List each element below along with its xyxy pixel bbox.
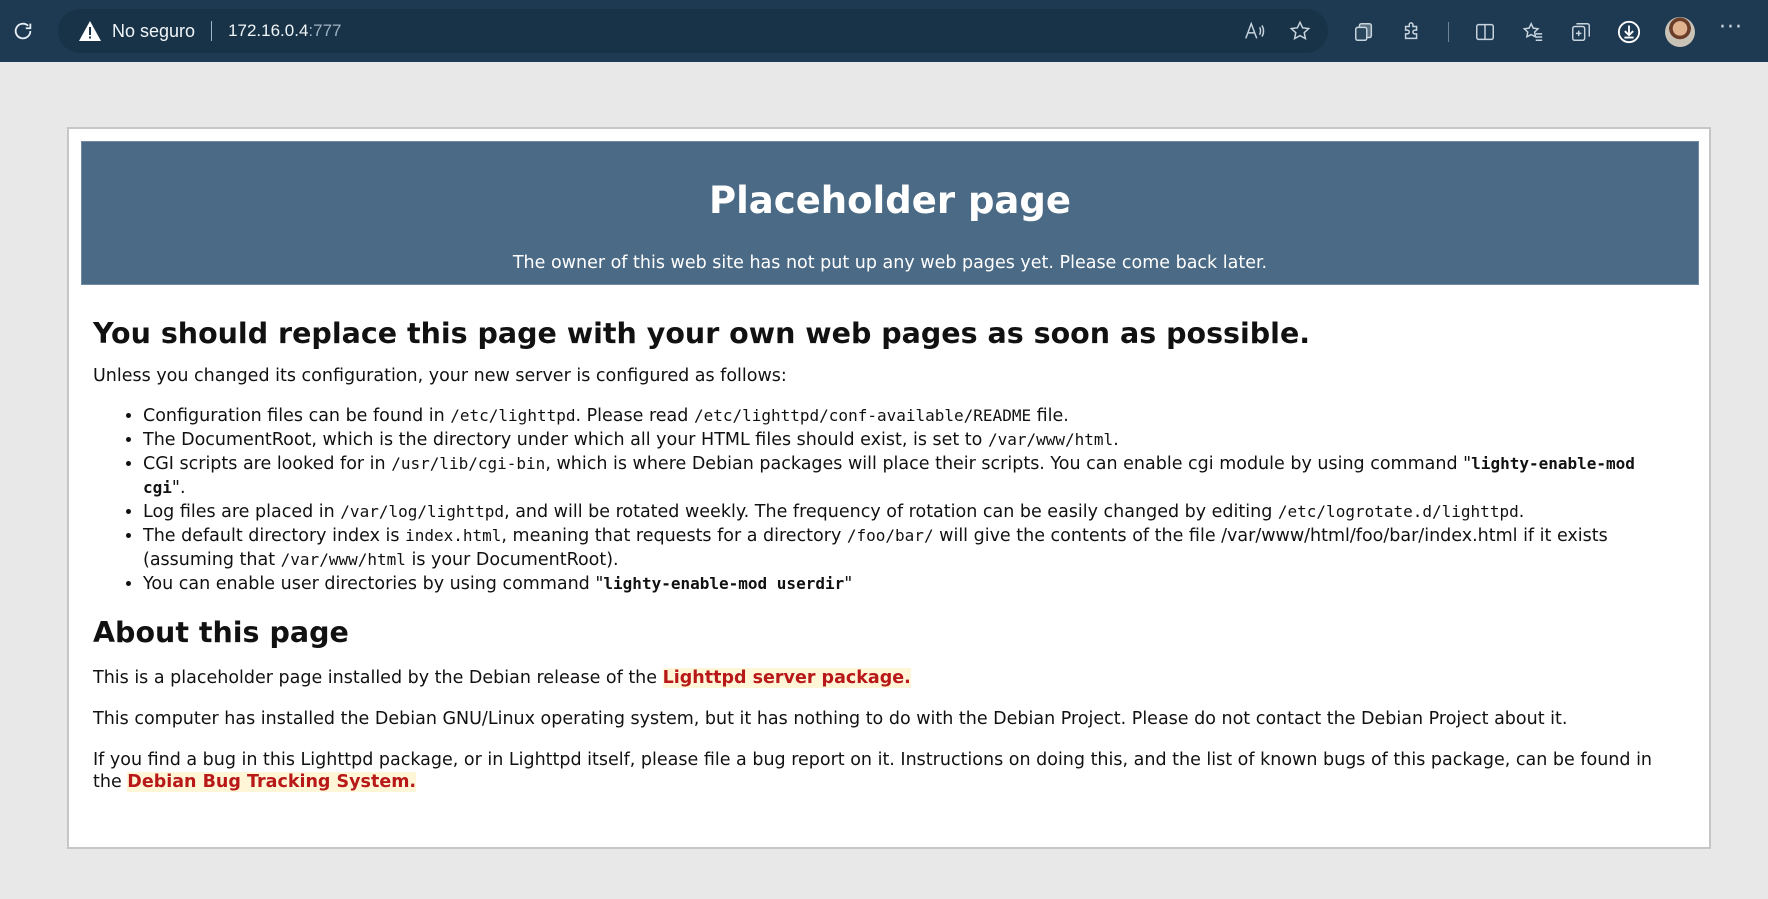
code-path: /usr/lib/cgi-bin — [391, 454, 546, 473]
item-text: Log files are placed in — [143, 502, 341, 522]
item-text: , which is where Debian packages will pl… — [545, 454, 1472, 474]
about-paragraph-3: If you find a bug in this Lighttpd packa… — [93, 749, 1683, 793]
security-status-label[interactable]: No seguro — [112, 21, 195, 42]
code-path: /var/www/html — [280, 550, 406, 569]
main-heading: You should replace this page with your o… — [93, 317, 1311, 350]
config-list: Configuration files can be found in /etc… — [93, 404, 1683, 596]
item-text: You can enable user directories by using… — [143, 574, 604, 594]
item-text: . — [1113, 430, 1119, 450]
favorites-icon[interactable] — [1521, 20, 1545, 44]
main-content: You should replace this page with your o… — [93, 317, 1683, 793]
tab-collections-icon[interactable] — [1569, 20, 1593, 44]
intro-text: Unless you changed its configuration, yo… — [93, 366, 787, 386]
address-separator — [211, 21, 213, 41]
item-text: , meaning that requests for a directory — [501, 526, 847, 546]
address-bar[interactable]: No seguro 172.16.0.4:777 — [58, 9, 1328, 53]
item-text: CGI scripts are looked for in — [143, 454, 392, 474]
page-subtitle: The owner of this web site has not put u… — [512, 253, 1268, 273]
item-text: ". — [171, 478, 186, 498]
favorite-star-icon[interactable] — [1288, 19, 1312, 43]
code-path: /var/log/lighttpd — [340, 502, 505, 521]
warning-icon[interactable] — [78, 20, 102, 42]
list-item-config: Configuration files can be found in /etc… — [143, 404, 1683, 428]
more-icon[interactable]: ··· — [1719, 15, 1743, 40]
reload-icon[interactable] — [10, 18, 36, 44]
bug-tracking-link[interactable]: Debian Bug Tracking System. — [127, 772, 417, 792]
item-text: The default directory index is — [143, 526, 406, 546]
item-text: . — [1518, 502, 1525, 522]
collections-icon[interactable] — [1352, 20, 1376, 44]
item-text: file. — [1031, 406, 1069, 426]
header-banner: Placeholder page The owner of this web s… — [81, 141, 1699, 285]
about-paragraph-2: This computer has installed the Debian G… — [93, 709, 1568, 729]
code-path: /etc/lighttpd/conf-available/README — [693, 406, 1032, 425]
lighttpd-package-link[interactable]: Lighttpd server package. — [662, 668, 911, 688]
browser-toolbar: No seguro 172.16.0.4:777 ··· — [0, 0, 1768, 62]
item-text: " — [844, 574, 853, 594]
code-path: /foo/bar/ — [846, 526, 934, 545]
about-heading: About this page — [93, 616, 349, 649]
code-path: /var/www/html — [987, 430, 1114, 449]
page-container: Placeholder page The owner of this web s… — [67, 127, 1711, 849]
item-text: , and will be rotated weekly. The freque… — [504, 502, 1278, 522]
paragraph-text: This is a placeholder page installed by … — [93, 668, 663, 688]
url-text[interactable]: 172.16.0.4:777 — [228, 21, 341, 41]
list-item-logs: Log files are placed in /var/log/lighttp… — [143, 500, 1683, 524]
item-text: is your DocumentRoot). — [405, 550, 619, 570]
code-path: index.html — [405, 526, 502, 545]
list-item-docroot: The DocumentRoot, which is the directory… — [143, 428, 1683, 452]
item-text: Configuration files can be found in — [143, 406, 451, 426]
code-path: /etc/logrotate.d/lighttpd — [1277, 502, 1519, 521]
list-item-userdir: You can enable user directories by using… — [143, 572, 1683, 596]
list-item-cgi: CGI scripts are looked for in /usr/lib/c… — [143, 452, 1683, 500]
item-text: The DocumentRoot, which is the directory… — [143, 430, 988, 450]
split-screen-icon[interactable] — [1473, 20, 1497, 44]
downloads-icon[interactable] — [1617, 20, 1641, 44]
code-path: /etc/lighttpd — [450, 406, 576, 425]
toolbar-divider — [1448, 22, 1449, 42]
profile-avatar[interactable] — [1665, 17, 1695, 47]
url-host: 172.16.0.4 — [228, 21, 309, 40]
url-port: :777 — [308, 21, 342, 40]
list-item-index: The default directory index is index.htm… — [143, 524, 1683, 572]
page-title: Placeholder page — [709, 179, 1071, 222]
extensions-icon[interactable] — [1400, 20, 1424, 44]
about-paragraph-1: This is a placeholder page installed by … — [93, 667, 1683, 689]
item-text: . Please read — [575, 406, 694, 426]
read-aloud-icon[interactable] — [1242, 19, 1266, 43]
command-text: lighty-enable-mod userdir — [603, 574, 845, 593]
